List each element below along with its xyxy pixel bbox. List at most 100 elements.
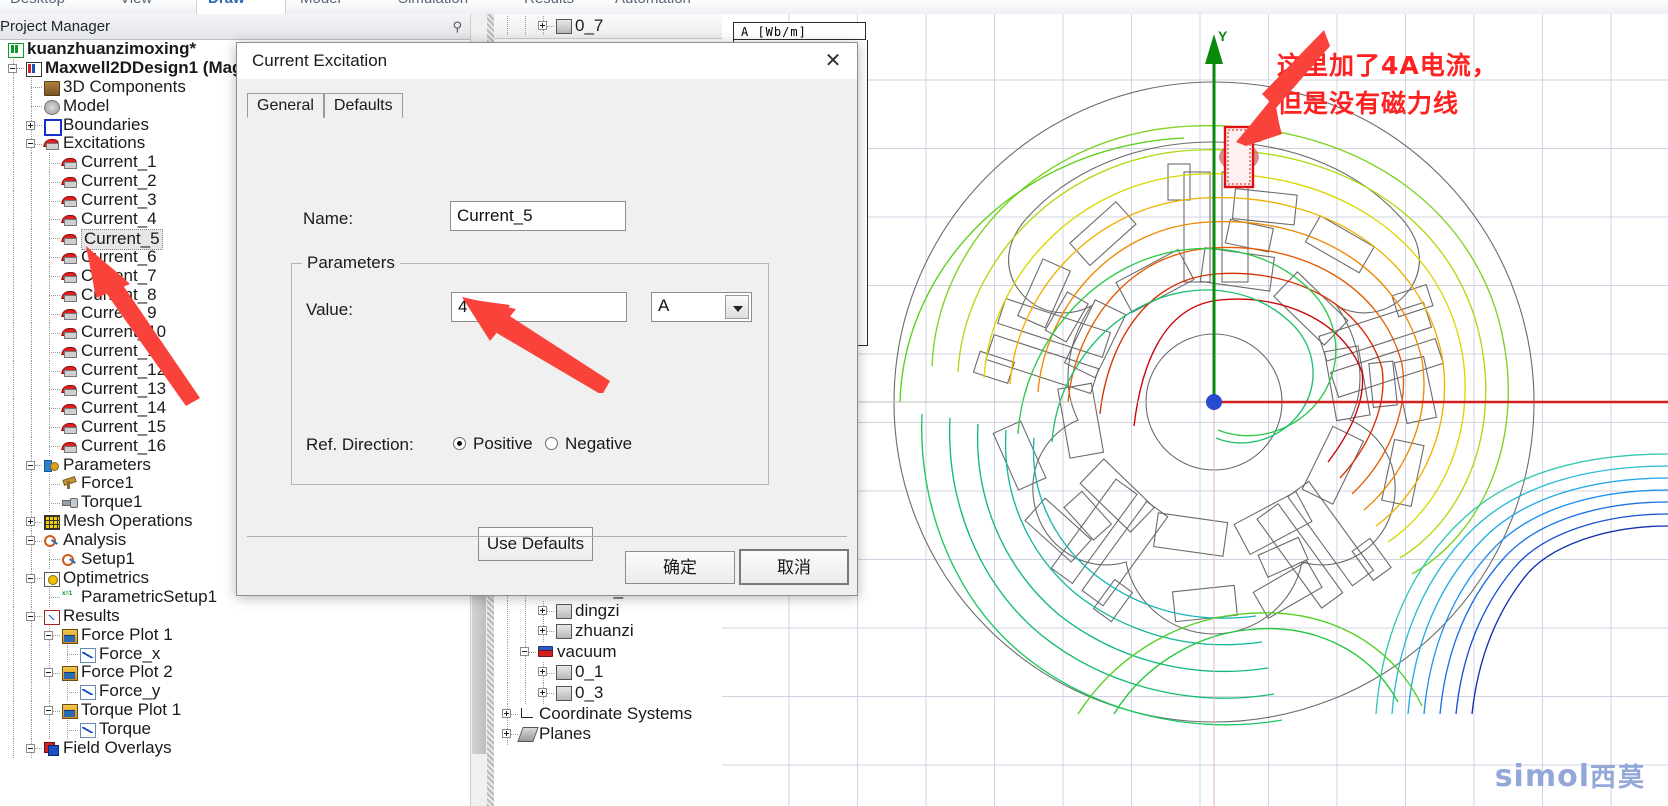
- collapse-toggle-icon[interactable]: [44, 630, 53, 640]
- tree-guide: [31, 361, 32, 381]
- tab-defaults[interactable]: Defaults: [323, 93, 403, 118]
- tree-item-force-plot-1[interactable]: Force Plot 1: [0, 625, 470, 645]
- expand-toggle-icon[interactable]: [502, 708, 511, 718]
- tree-item-0-7[interactable]: 0_7: [494, 16, 723, 35]
- tree-guide: [49, 502, 61, 504]
- excitation-icon: [62, 402, 77, 415]
- tree-guide: [49, 597, 61, 599]
- collapse-toggle-icon[interactable]: [26, 611, 35, 621]
- annotation-line-2: 但是没有磁力线: [1277, 89, 1460, 118]
- ribbon-tab-model[interactable]: Model: [300, 0, 341, 7]
- dialog-titlebar[interactable]: Current Excitation ✕: [237, 43, 857, 79]
- expand-toggle-icon[interactable]: [26, 120, 35, 130]
- radio-positive[interactable]: Positive: [453, 434, 545, 456]
- ribbon-tab-simulation[interactable]: Simulation: [398, 0, 468, 7]
- chevron-down-icon[interactable]: [725, 295, 749, 319]
- ribbon-tabbar[interactable]: Desktop View Draw Model Simulation Resul…: [0, 0, 1668, 15]
- tree-item-label: Current_1: [81, 152, 157, 172]
- ribbon-tab-draw[interactable]: Draw: [208, 0, 245, 7]
- use-defaults-button[interactable]: Use Defaults: [478, 527, 593, 561]
- tree-item-0-1[interactable]: 0_1: [494, 662, 723, 683]
- tree-item-force-plot-2[interactable]: Force Plot 2: [0, 662, 470, 683]
- tree-item-results[interactable]: Results: [0, 606, 470, 626]
- tree-item-force-x[interactable]: Force_x: [0, 644, 470, 664]
- tree-item-label: Excitations: [63, 133, 146, 153]
- collapse-toggle-icon[interactable]: [44, 706, 53, 716]
- tree-guide: [31, 398, 32, 418]
- expand-toggle-icon[interactable]: [502, 729, 511, 739]
- tab-general[interactable]: General: [247, 93, 324, 118]
- tree-guide: [13, 342, 14, 362]
- current-excitation-dialog[interactable]: Current Excitation ✕ General Defaults Na…: [236, 42, 858, 596]
- excitation-icon: [62, 307, 77, 321]
- tree-item-force-y[interactable]: Force_y: [0, 681, 470, 702]
- dialog-tabstrip[interactable]: General Defaults: [247, 93, 403, 118]
- tree-guide: [525, 662, 526, 683]
- tree-item-torque-plot-1[interactable]: Torque Plot 1: [0, 700, 470, 721]
- expand-toggle-icon[interactable]: [538, 687, 547, 697]
- tree-item-planes[interactable]: Planes: [494, 724, 723, 745]
- tree-guide: [49, 295, 61, 297]
- radio-negative[interactable]: Negative: [545, 434, 645, 456]
- collapse-toggle-icon[interactable]: [44, 668, 53, 678]
- tree-guide: [49, 446, 61, 448]
- tree-guide: [31, 106, 43, 108]
- tree-guide: [49, 682, 50, 702]
- ribbon-tab-view[interactable]: View: [120, 0, 152, 7]
- tree-guide: [13, 247, 14, 267]
- tree-guide: [31, 247, 32, 267]
- tree-guide: [525, 621, 526, 642]
- collapse-toggle-icon[interactable]: [26, 460, 35, 470]
- tree-guide: [31, 153, 32, 173]
- tree-guide: [13, 738, 14, 758]
- tree-item-label: 3D Components: [63, 76, 186, 96]
- unit-select[interactable]: A: [651, 292, 752, 322]
- excitation-icon: [62, 326, 77, 340]
- tree-guide: [49, 720, 50, 739]
- expand-toggle-icon[interactable]: [538, 667, 547, 677]
- cancel-button[interactable]: 取消: [739, 549, 849, 585]
- parameters-icon: [44, 459, 59, 472]
- tree-guide: [13, 417, 14, 437]
- ribbon-tab-desktop[interactable]: Desktop: [10, 0, 65, 7]
- ribbon-tab-results[interactable]: Results: [524, 0, 574, 7]
- tree-item-coordinate-systems[interactable]: Coordinate Systems: [494, 703, 723, 725]
- value-input[interactable]: [451, 292, 627, 322]
- radio-negative-label: Negative: [565, 434, 633, 453]
- plot-icon: [62, 704, 78, 720]
- tree-item-field-overlays[interactable]: Field Overlays: [0, 738, 470, 758]
- scrollbar-thumb[interactable]: [472, 584, 486, 754]
- tree-item-label: Force_y: [99, 681, 161, 701]
- expand-toggle-icon[interactable]: [538, 605, 547, 615]
- xy-icon: x=1: [62, 590, 73, 597]
- collapse-toggle-icon[interactable]: [26, 573, 35, 583]
- tree-guide: [13, 191, 14, 211]
- collapse-toggle-icon[interactable]: [26, 139, 35, 149]
- pin-icon[interactable]: ⚲: [452, 19, 462, 35]
- tree-item-zhuanzi[interactable]: zhuanzi: [494, 621, 723, 642]
- collapse-toggle-icon[interactable]: [8, 63, 17, 73]
- expand-toggle-icon[interactable]: [538, 626, 547, 636]
- tree-item-dingzi[interactable]: dingzi: [494, 600, 723, 622]
- tree-item-0-3[interactable]: 0_3: [494, 682, 723, 704]
- tree-item-torque[interactable]: Torque: [0, 719, 470, 739]
- expand-toggle-icon[interactable]: [538, 21, 547, 30]
- ok-button[interactable]: 确定: [625, 551, 735, 584]
- tree-guide: [31, 228, 32, 248]
- collapse-toggle-icon[interactable]: [26, 536, 35, 546]
- tree-item-label: dingzi: [575, 600, 620, 620]
- tree-guide: [31, 210, 32, 229]
- expand-toggle-icon[interactable]: [26, 517, 35, 527]
- tree-item-label: Current_12: [81, 360, 167, 380]
- tree-item-vacuum[interactable]: vacuum: [494, 641, 723, 663]
- collapse-toggle-icon[interactable]: [520, 646, 529, 656]
- tree-guide: [13, 587, 14, 607]
- model-viewport[interactable]: A [Wb/m] Y 这里加了4A电流， 但是没有磁力线 simol西莫: [722, 14, 1668, 806]
- close-icon[interactable]: ✕: [815, 47, 851, 75]
- ribbon-tab-automation[interactable]: Automation: [615, 0, 691, 7]
- tree-guide: [49, 313, 61, 315]
- name-input[interactable]: [450, 201, 626, 231]
- collapse-toggle-icon[interactable]: [26, 743, 35, 753]
- dialog-footer-divider: [247, 536, 847, 537]
- tree-guide: [31, 417, 32, 437]
